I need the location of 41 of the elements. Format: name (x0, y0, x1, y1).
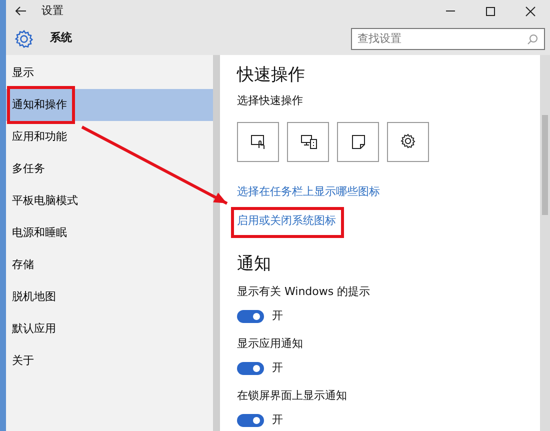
toggle-state: 开 (272, 308, 283, 324)
toggle-state: 开 (272, 360, 283, 376)
search-field[interactable]: 查找设置 (350, 28, 544, 50)
toggle-state: 开 (272, 412, 283, 428)
quick-action-tile[interactable] (387, 122, 429, 162)
setting-label: 在锁屏界面上显示通知 (237, 388, 348, 404)
sidebar-item[interactable]: 默认应用 (6, 313, 213, 345)
quick-action-tile[interactable] (287, 122, 329, 162)
sidebar-item[interactable]: 脱机地图 (6, 281, 213, 313)
tablet-icon (250, 133, 266, 150)
toggle-switch[interactable] (237, 310, 264, 323)
monitor-icon (300, 133, 316, 150)
sidebar-item[interactable]: 显示 (6, 57, 213, 89)
quick-action-tile[interactable] (237, 122, 279, 162)
section-subheading: 选择快速操作 (237, 93, 304, 110)
scrollbar[interactable] (540, 55, 550, 431)
setting-label: 显示应用通知 (237, 336, 304, 352)
sidebar-item[interactable]: 多任务 (6, 153, 213, 185)
toggle-switch[interactable] (237, 362, 264, 375)
sidebar-item[interactable]: 应用和功能 (6, 121, 213, 153)
settings-icon (14, 28, 34, 48)
page-title: 系统 (50, 30, 72, 46)
maximize-icon[interactable] (484, 6, 496, 16)
sidebar-item[interactable]: 关于 (6, 345, 213, 377)
note-icon (350, 133, 366, 150)
sidebar-item[interactable]: 平板电脑模式 (6, 185, 213, 217)
back-arrow-icon[interactable] (15, 6, 27, 16)
sidebar-item[interactable]: 存储 (6, 249, 213, 281)
search-icon[interactable] (526, 34, 538, 44)
section-heading: 通知 (237, 254, 272, 274)
settings-icon (400, 133, 416, 150)
settings-link[interactable]: 启用或关闭系统图标 (237, 213, 336, 230)
settings-link[interactable]: 选择在任务栏上显示哪些图标 (237, 184, 380, 200)
close-icon[interactable] (524, 6, 536, 16)
toggle-switch[interactable] (237, 414, 264, 427)
quick-action-tile[interactable] (337, 122, 379, 162)
setting-label: 显示有关 Windows 的提示 (237, 284, 372, 300)
section-heading: 快速操作 (237, 65, 306, 86)
sidebar-item[interactable]: 电源和睡眠 (6, 217, 213, 249)
window-title: 设置 (42, 2, 64, 19)
sidebar-item[interactable]: 通知和操作 (6, 89, 213, 121)
